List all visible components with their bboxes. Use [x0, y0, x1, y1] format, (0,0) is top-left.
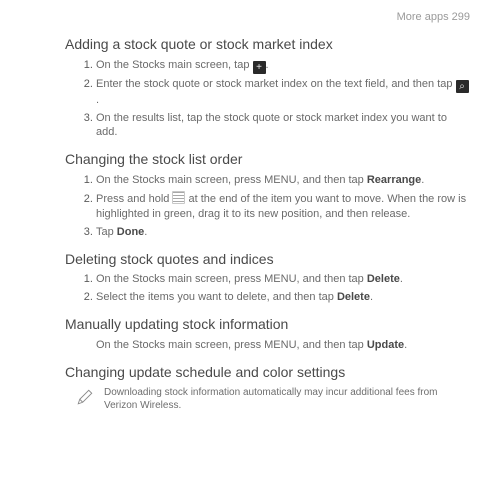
step-text: On the Stocks main screen, press MENU, a…	[96, 273, 367, 285]
step-text: .	[404, 339, 407, 351]
step: On the Stocks main screen, press MENU, a…	[96, 338, 470, 353]
step-text: On the results list, tap the stock quote…	[96, 112, 447, 139]
steps-add-stock: On the Stocks main screen, tap +. Enter …	[96, 58, 470, 141]
plus-icon: +	[253, 61, 266, 74]
step: On the results list, tap the stock quote…	[96, 111, 470, 141]
step-text: On the Stocks main screen, tap	[96, 59, 253, 71]
section-title-manual-update: Manually updating stock information	[65, 315, 470, 334]
header-page: 299	[452, 11, 470, 23]
step: Select the items you want to delete, and…	[96, 290, 470, 305]
bold-text: Delete	[367, 273, 400, 285]
search-icon: ⌕	[456, 80, 469, 93]
step: On the Stocks main screen, press MENU, a…	[96, 272, 470, 287]
section-title-change-order: Changing the stock list order	[65, 150, 470, 169]
section-title-add-stock: Adding a stock quote or stock market ind…	[65, 35, 470, 54]
header-section: More apps	[397, 11, 449, 23]
section-title-update-schedule: Changing update schedule and color setti…	[65, 363, 470, 382]
step-text: Press and hold	[96, 193, 172, 205]
step-text: .	[421, 174, 424, 186]
bold-text: Update	[367, 339, 404, 351]
step: On the Stocks main screen, press MENU, a…	[96, 173, 470, 188]
pencil-icon	[76, 386, 94, 408]
step-text: .	[400, 273, 403, 285]
steps-change-order: On the Stocks main screen, press MENU, a…	[96, 173, 470, 239]
step-text: Select the items you want to delete, and…	[96, 291, 337, 303]
steps-delete: On the Stocks main screen, press MENU, a…	[96, 272, 470, 305]
step-text: On the Stocks main screen, press MENU, a…	[96, 339, 367, 351]
step-text: Tap	[96, 226, 117, 238]
step-text: .	[144, 226, 147, 238]
note-text: Downloading stock information automatica…	[104, 386, 470, 413]
step: On the Stocks main screen, tap +.	[96, 58, 470, 74]
step-text: Enter the stock quote or stock market in…	[96, 78, 456, 90]
step: Enter the stock quote or stock market in…	[96, 77, 470, 108]
step: Press and hold at the end of the item yo…	[96, 191, 470, 222]
bold-text: Done	[117, 226, 145, 238]
page-header: More apps 299	[30, 10, 470, 25]
manual-page: More apps 299 Adding a stock quote or st…	[0, 0, 500, 413]
drag-handle-icon	[172, 191, 185, 204]
note-row: Downloading stock information automatica…	[76, 386, 470, 413]
bold-text: Rearrange	[367, 174, 421, 186]
section-title-delete: Deleting stock quotes and indices	[65, 250, 470, 269]
step-text: On the Stocks main screen, press MENU, a…	[96, 174, 367, 186]
bold-text: Delete	[337, 291, 370, 303]
step: Tap Done.	[96, 225, 470, 240]
step-text: .	[370, 291, 373, 303]
